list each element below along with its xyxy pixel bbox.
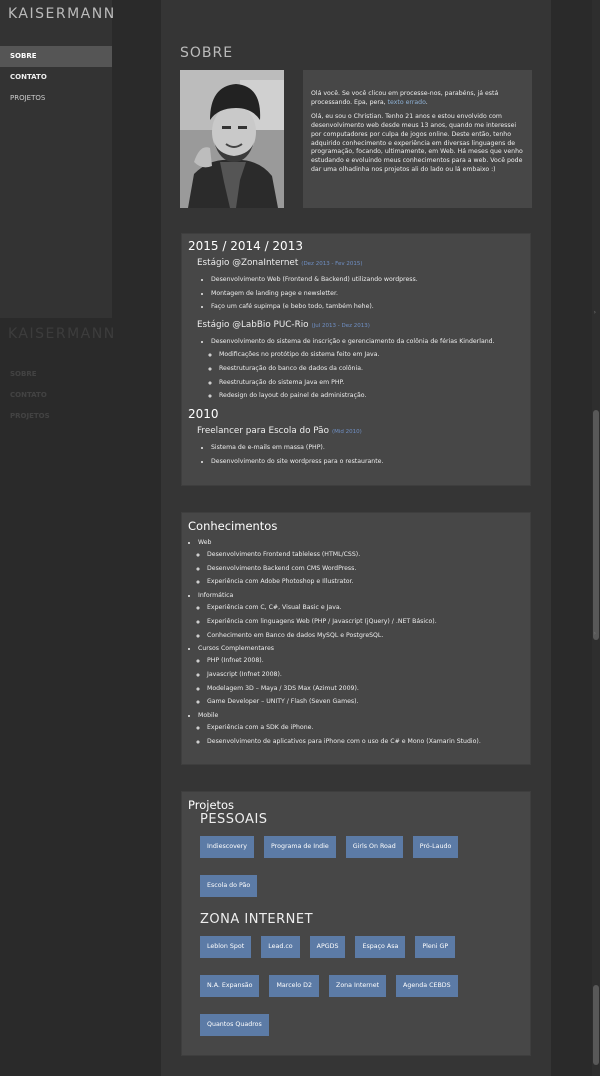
job-items: Sistema de e-mails em massa (PHP). Desen… bbox=[211, 441, 524, 468]
skill-group: Mobile Experiência com a SDK de iPhone. … bbox=[198, 711, 524, 748]
project-button[interactable]: Lead.co bbox=[261, 936, 300, 958]
project-button[interactable]: Agenda CEBDS bbox=[396, 975, 458, 997]
list-item: Experiência com linguagens Web (PHP / Ja… bbox=[207, 615, 524, 629]
project-button[interactable]: Marcelo D2 bbox=[269, 975, 320, 997]
list-item: Desenvolvimento do site wordpress para o… bbox=[211, 455, 524, 469]
profile-photo-illustration bbox=[180, 70, 284, 208]
project-button[interactable]: Pleni GP bbox=[415, 936, 456, 958]
skills-card: Conhecimentos Web Desenvolvimento Fronte… bbox=[181, 512, 531, 765]
page-scrollbar[interactable] bbox=[592, 0, 600, 1076]
list-item: Experiência com C, C#, Visual Basic e Ja… bbox=[207, 601, 524, 615]
projects-subtitle-zona: ZONA INTERNET bbox=[200, 912, 314, 927]
list-item: PHP (Infnet 2008). bbox=[207, 654, 524, 668]
skills-title: Conhecimentos bbox=[188, 519, 278, 533]
skills-list: Web Desenvolvimento Frontend tableless (… bbox=[198, 538, 524, 748]
project-button[interactable]: Espaço Asa bbox=[355, 936, 406, 958]
list-item: Desenvolvimento do sistema de inscrição … bbox=[211, 335, 524, 404]
list-item: Desenvolvimento Backend com CMS WordPres… bbox=[207, 562, 524, 576]
ghost-logo: KAISERMANN bbox=[8, 326, 116, 342]
edge-arrow-icon: › bbox=[593, 630, 596, 637]
ghost-nav-contato: CONTATO bbox=[10, 391, 47, 399]
zona-projects: Leblon Spot Lead.co APGDS Espaço Asa Ple… bbox=[200, 936, 530, 1053]
list-item: Modelagem 3D – Maya / 3DS Max (Azimut 20… bbox=[207, 682, 524, 696]
job-date: (Jul 2013 - Dez 2013) bbox=[311, 322, 370, 329]
about-paragraph-2: Olá, eu sou o Christian. Tenho 21 anos e… bbox=[311, 113, 523, 173]
job-date: (Mid 2010) bbox=[331, 429, 362, 436]
list-item: Desenvolvimento de aplicativos para iPho… bbox=[207, 735, 524, 749]
project-button[interactable]: Zona Internet bbox=[329, 975, 387, 997]
job-title: Estágio @LabBio PUC-Rio (Jul 2013 - Dez 2… bbox=[197, 319, 370, 330]
job-items: Desenvolvimento do sistema de inscrição … bbox=[211, 335, 524, 404]
ghost-nav-sobre: SOBRE bbox=[10, 370, 37, 378]
projects-card: Projetos PESSOAIS Indiescovery Programa … bbox=[181, 791, 531, 1056]
project-button[interactable]: Pró-Laudo bbox=[412, 836, 459, 858]
skill-group: Informática Experiência com C, C#, Visua… bbox=[198, 591, 524, 642]
scrollbar-thumb-lower[interactable] bbox=[593, 985, 599, 1065]
project-button[interactable]: Quantos Quadros bbox=[200, 1014, 269, 1036]
list-item: Experiência com a SDK de iPhone. bbox=[207, 721, 524, 735]
project-button[interactable]: Programa de Indie bbox=[263, 836, 336, 858]
job-title: Estágio @ZonaInternet (Dez 2013 - Fev 201… bbox=[197, 258, 363, 268]
year-heading: 2015 / 2014 / 2013 bbox=[188, 239, 303, 253]
nav-item-sobre[interactable]: SOBRE bbox=[0, 46, 112, 67]
site-logo[interactable]: KAISERMANN bbox=[0, 0, 114, 46]
list-item: Modificações no protótipo do sistema fei… bbox=[219, 348, 524, 362]
projects-subtitle-pessoais: PESSOAIS bbox=[200, 812, 268, 827]
job-items: Desenvolvimento Web (Frontend & Backend)… bbox=[211, 273, 524, 314]
list-item: Desenvolvimento Frontend tableless (HTML… bbox=[207, 548, 524, 562]
nav-item-projetos[interactable]: PROJETOS bbox=[0, 88, 112, 109]
projects-title: Projetos bbox=[188, 798, 235, 812]
edge-arrow-icon: › bbox=[593, 309, 596, 316]
list-item: Reestruturação do banco de dados da colô… bbox=[219, 362, 524, 376]
personal-projects: Indiescovery Programa de Indie Girls On … bbox=[200, 836, 530, 914]
skill-group: Cursos Complementares PHP (Infnet 2008).… bbox=[198, 644, 524, 709]
list-item: Montagem de landing page e newsletter. bbox=[211, 287, 524, 301]
texto-errado-link[interactable]: texto errado bbox=[388, 99, 426, 106]
nav-item-contato[interactable]: CONTATO bbox=[0, 67, 112, 88]
about-text-box: Olá você. Se você clicou em processe-nos… bbox=[303, 70, 532, 208]
project-button[interactable]: Indiescovery bbox=[200, 836, 254, 858]
list-item: Desenvolvimento Web (Frontend & Backend)… bbox=[211, 273, 524, 287]
list-item: Game Developer – UNITY / Flash (Seven Ga… bbox=[207, 695, 524, 709]
year-heading: 2010 bbox=[188, 407, 219, 422]
experience-card: 2015 / 2014 / 2013 Estágio @ZonaInternet… bbox=[181, 233, 531, 486]
sidebar: KAISERMANN SOBRE CONTATO PROJETOS bbox=[0, 0, 114, 318]
job-title: Freelancer para Escola do Pão (Mid 2010) bbox=[197, 426, 362, 437]
project-button[interactable]: Girls On Road bbox=[345, 836, 403, 858]
list-item: Faço um café supimpa (e bebo todo, també… bbox=[211, 300, 524, 314]
list-item: Experiência com Adobe Photoshop e Illust… bbox=[207, 575, 524, 589]
ghost-sidebar: KAISERMANN SOBRE CONTATO PROJETOS bbox=[0, 318, 116, 438]
section-title-sobre: SOBRE bbox=[180, 45, 234, 61]
project-button[interactable]: Leblon Spot bbox=[200, 936, 252, 958]
scrollbar-thumb[interactable] bbox=[593, 410, 599, 640]
list-item: Sistema de e-mails em massa (PHP). bbox=[211, 441, 524, 455]
profile-photo bbox=[180, 70, 284, 208]
project-button[interactable]: APGDS bbox=[309, 936, 346, 958]
project-button[interactable]: Escola do Pão bbox=[200, 875, 258, 897]
list-item: Reestruturação do sistema Java em PHP. bbox=[219, 376, 524, 390]
project-button[interactable]: N.A. Expansão bbox=[200, 975, 260, 997]
list-item: Javascript (Infnet 2008). bbox=[207, 668, 524, 682]
skill-group: Web Desenvolvimento Frontend tableless (… bbox=[198, 538, 524, 589]
about-paragraph-1: Olá você. Se você clicou em processe-nos… bbox=[311, 90, 499, 106]
list-item: Redesign do layout do painel de administ… bbox=[219, 389, 524, 403]
list-item: Conhecimento em Banco de dados MySQL e P… bbox=[207, 629, 524, 643]
job-date: (Dez 2013 - Fev 2015) bbox=[301, 261, 363, 267]
ghost-nav-projetos: PROJETOS bbox=[10, 412, 50, 420]
